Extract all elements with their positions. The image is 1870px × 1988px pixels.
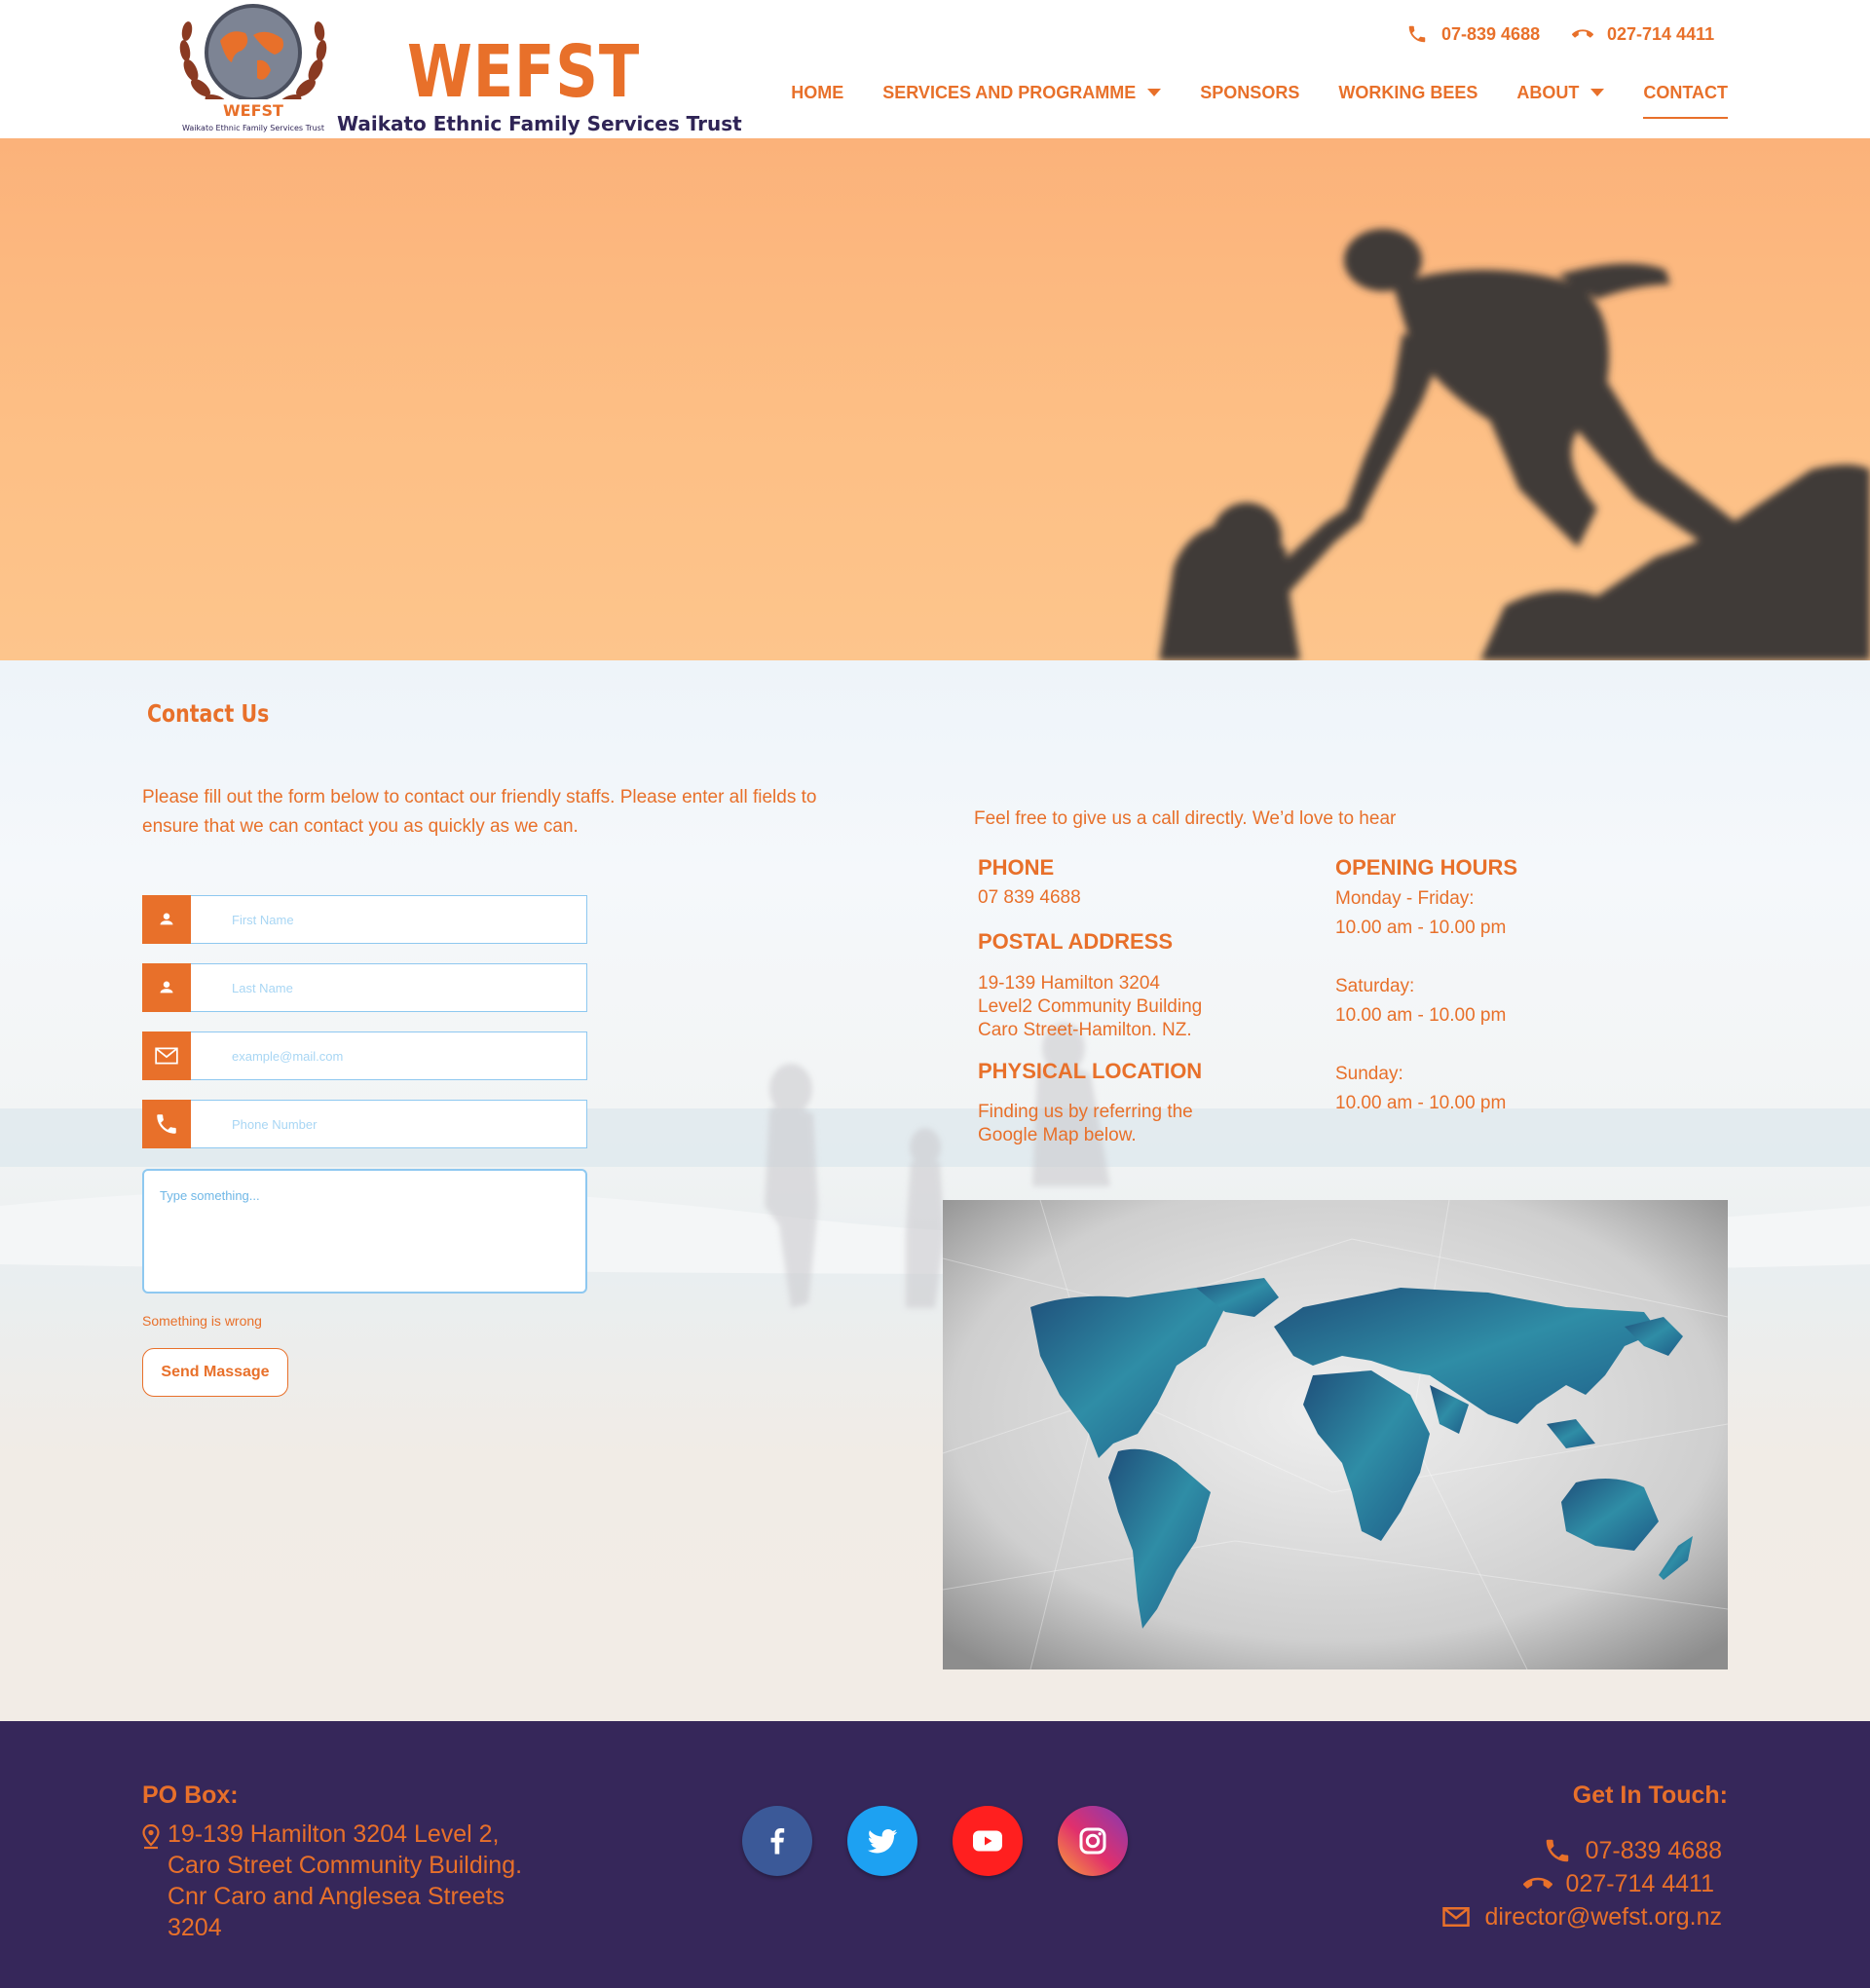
- nav-about[interactable]: ABOUT: [1516, 80, 1605, 105]
- nav-sponsors-label: SPONSORS: [1200, 83, 1300, 102]
- footer-email[interactable]: director@wefst.org.nz: [1441, 1902, 1722, 1932]
- nav-home[interactable]: HOME: [791, 80, 843, 105]
- hours-heading: OPENING HOURS: [1335, 855, 1518, 880]
- caret-down-icon: [1147, 89, 1162, 96]
- nav-home-label: HOME: [791, 83, 844, 102]
- envelope-icon: [142, 1032, 191, 1080]
- message-textarea[interactable]: [142, 1169, 587, 1294]
- nav-services[interactable]: SERVICES AND PROGRAMME: [882, 80, 1162, 105]
- postal-line-3: Caro Street-Hamilton. NZ.: [978, 1020, 1192, 1040]
- send-message-button[interactable]: Send Massage: [142, 1348, 288, 1397]
- phone-value[interactable]: 07 839 4688: [978, 886, 1081, 910]
- site-logo[interactable]: WEFST Waikato Ethnic Family Services Tru…: [171, 0, 742, 138]
- youtube-icon: [973, 1830, 1002, 1852]
- header-phone-1[interactable]: 07-839 4688: [1406, 23, 1540, 45]
- world-map-graphic: [943, 1200, 1728, 1669]
- main-nav: HOME SERVICES AND PROGRAMME SPONSORS WOR…: [791, 80, 1728, 119]
- physical-line-2: Google Map below.: [978, 1125, 1137, 1145]
- twitter-link[interactable]: [847, 1806, 917, 1876]
- nav-working-bees-label: WORKING BEES: [1338, 83, 1478, 102]
- footer-phone-1[interactable]: 07-839 4688: [1543, 1836, 1722, 1865]
- phone-hangup-icon: [1572, 29, 1593, 38]
- user-icon: [142, 895, 191, 944]
- hero-banner: [0, 138, 1870, 660]
- site-footer: PO Box: 19-139 Hamilton 3204 Level 2, Ca…: [0, 1721, 1870, 1988]
- logo-emblem: WEFST Waikato Ethnic Family Services Tru…: [179, 4, 327, 134]
- email-input[interactable]: [191, 1032, 586, 1079]
- helping-hand-silhouette-image: [1159, 229, 1870, 660]
- header-phone-2-text: 027-714 4411: [1607, 23, 1715, 44]
- facebook-icon: [770, 1827, 785, 1855]
- phone-icon: [1408, 25, 1426, 43]
- envelope-icon: [1442, 1907, 1471, 1927]
- phone-heading: PHONE: [978, 855, 1055, 880]
- logo-wordmark: WEFST: [407, 30, 641, 114]
- instagram-icon: [1079, 1827, 1106, 1855]
- hours-time-weekday: 10.00 am - 10.00 pm: [1335, 918, 1507, 938]
- email-field[interactable]: [142, 1032, 587, 1080]
- footer-po-heading: PO Box:: [142, 1782, 239, 1809]
- hours-time-saturday: 10.00 am - 10.00 pm: [1335, 1005, 1507, 1026]
- header-phone-2[interactable]: 027-714 4411: [1572, 23, 1714, 45]
- world-map-image[interactable]: [943, 1200, 1728, 1669]
- caret-down-icon: [1590, 89, 1605, 96]
- nav-services-label: SERVICES AND PROGRAMME: [882, 83, 1137, 102]
- contact-intro: Please fill out the form below to contac…: [142, 787, 817, 837]
- nav-contact[interactable]: CONTACT: [1643, 80, 1728, 119]
- footer-phone-2-text: 027-714 4411: [1565, 1869, 1714, 1897]
- phone-field[interactable]: [142, 1100, 587, 1148]
- facebook-link[interactable]: [742, 1806, 812, 1876]
- postal-line-2: Level2 Community Building: [978, 996, 1203, 1017]
- postal-line-1: 19-139 Hamilton 3204: [978, 973, 1160, 994]
- svg-text:WEFST: WEFST: [223, 101, 283, 120]
- map-pin-icon: [142, 1824, 160, 1850]
- hours-day-weekday: Monday - Friday:: [1335, 888, 1475, 909]
- footer-phone-1-text: 07-839 4688: [1585, 1836, 1722, 1864]
- call-intro: Feel free to give us a call directly. We…: [974, 808, 1397, 829]
- phone-icon: [1546, 1839, 1568, 1862]
- last-name-field[interactable]: [142, 963, 587, 1012]
- form-error-message: Something is wrong: [142, 1313, 262, 1329]
- site-header: WEFST Waikato Ethnic Family Services Tru…: [0, 0, 1870, 138]
- youtube-link[interactable]: [953, 1806, 1023, 1876]
- contact-title: Contact Us: [147, 699, 270, 728]
- svg-text:Waikato Ethnic Family Services: Waikato Ethnic Family Services Trust: [182, 124, 324, 132]
- nav-contact-label: CONTACT: [1643, 83, 1728, 102]
- contact-section: Contact Us Please fill out the form belo…: [0, 660, 1870, 1721]
- nav-sponsors[interactable]: SPONSORS: [1200, 80, 1299, 105]
- twitter-icon: [868, 1829, 897, 1854]
- hours-day-sunday: Sunday:: [1335, 1064, 1403, 1084]
- user-icon: [142, 963, 191, 1012]
- header-phone-1-text: 07-839 4688: [1441, 23, 1541, 44]
- first-name-input[interactable]: [191, 896, 586, 943]
- phone-icon: [142, 1100, 191, 1148]
- postal-heading: POSTAL ADDRESS: [978, 929, 1174, 954]
- hours-day-saturday: Saturday:: [1335, 976, 1415, 996]
- hours-time-sunday: 10.00 am - 10.00 pm: [1335, 1093, 1507, 1113]
- instagram-link[interactable]: [1058, 1806, 1128, 1876]
- phone-hangup-icon: [1522, 1877, 1552, 1889]
- physical-heading: PHYSICAL LOCATION: [978, 1059, 1203, 1083]
- footer-po-address: 19-139 Hamilton 3204 Level 2, Caro Stree…: [142, 1819, 538, 1943]
- nav-about-label: ABOUT: [1516, 83, 1580, 102]
- footer-touch-heading: Get In Touch:: [1572, 1782, 1728, 1809]
- nav-working-bees[interactable]: WORKING BEES: [1338, 80, 1477, 105]
- footer-phone-2[interactable]: 027-714 4411: [1522, 1869, 1714, 1898]
- first-name-field[interactable]: [142, 895, 587, 944]
- footer-email-text: director@wefst.org.nz: [1484, 1902, 1722, 1931]
- footer-po-address-text: 19-139 Hamilton 3204 Level 2, Caro Stree…: [168, 1820, 523, 1941]
- logo-subtitle: Waikato Ethnic Family Services Trust: [337, 112, 742, 135]
- last-name-input[interactable]: [191, 964, 586, 1011]
- phone-input[interactable]: [191, 1101, 586, 1147]
- physical-line-1: Finding us by referring the: [978, 1102, 1193, 1122]
